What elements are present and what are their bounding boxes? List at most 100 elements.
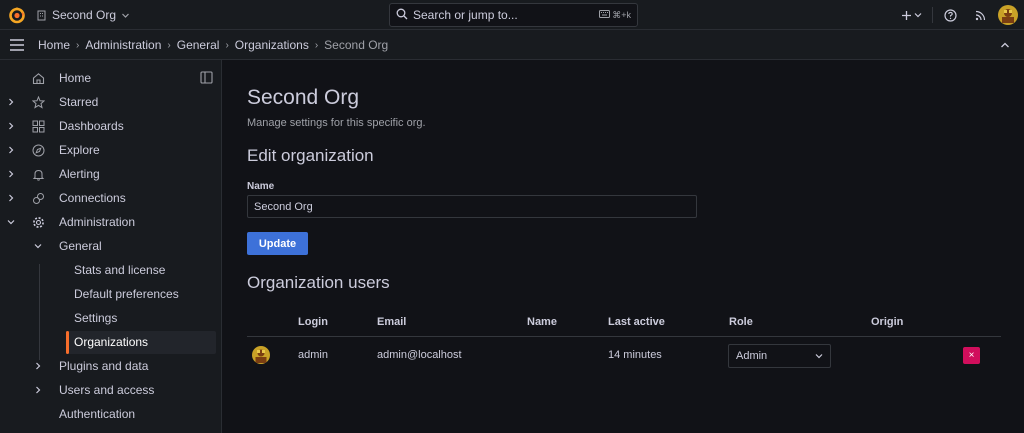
star-icon bbox=[31, 95, 45, 109]
sidebar-item-label: Starred bbox=[59, 95, 99, 109]
column-header-origin: Origin bbox=[871, 316, 904, 328]
sidebar-item-label: Alerting bbox=[59, 167, 100, 181]
sidebar-item-label: Organizations bbox=[74, 335, 149, 349]
org-switcher[interactable]: Second Org bbox=[36, 0, 130, 30]
column-header-email: Email bbox=[377, 316, 407, 328]
avatar bbox=[252, 346, 270, 364]
grafana-logo-icon[interactable] bbox=[8, 6, 26, 24]
avatar[interactable] bbox=[998, 5, 1018, 25]
sidebar-item-home[interactable]: Home bbox=[0, 66, 222, 90]
sidebar-item-label: Plugins and data bbox=[59, 359, 149, 373]
breadcrumb-general[interactable]: General bbox=[177, 38, 220, 52]
keyboard-icon bbox=[599, 10, 611, 20]
compass-icon bbox=[31, 143, 45, 157]
breadcrumb-separator: › bbox=[225, 39, 229, 51]
sidebar-item-label: Administration bbox=[59, 215, 136, 229]
breadcrumb-home[interactable]: Home bbox=[38, 38, 70, 52]
sidebar-item-default-preferences[interactable]: Default preferences bbox=[0, 282, 222, 306]
chevron-down-icon bbox=[815, 352, 823, 360]
close-icon: × bbox=[968, 350, 975, 361]
building-icon bbox=[36, 10, 47, 21]
sidebar-item-settings[interactable]: Settings bbox=[0, 306, 222, 330]
sidebar-item-label: Default preferences bbox=[74, 287, 179, 301]
sidebar-item-label: Dashboards bbox=[59, 119, 124, 133]
org-name-field[interactable] bbox=[247, 195, 697, 218]
sidebar-item-label: Authentication bbox=[59, 407, 136, 421]
cell-login: admin bbox=[298, 349, 328, 361]
top-bar: Second Org Search or jump to... ⌘+k bbox=[0, 0, 1024, 30]
help-icon[interactable] bbox=[942, 7, 958, 23]
cell-email: admin@localhost bbox=[377, 349, 462, 361]
breadcrumb-separator: › bbox=[76, 39, 80, 51]
column-header-role: Role bbox=[729, 316, 753, 328]
role-select[interactable]: Admin bbox=[728, 344, 831, 368]
chevron-right-icon[interactable] bbox=[6, 145, 16, 155]
org-name: Second Org bbox=[52, 8, 117, 22]
breadcrumb-current: Second Org bbox=[324, 38, 389, 52]
sidebar-item-connections[interactable]: Connections bbox=[0, 186, 222, 210]
sidebar-item-dashboards[interactable]: Dashboards bbox=[0, 114, 222, 138]
breadcrumb-bar: Home › Administration › General › Organi… bbox=[0, 30, 1024, 60]
rss-icon[interactable] bbox=[972, 7, 988, 23]
organization-users-heading: Organization users bbox=[247, 273, 390, 292]
sidebar-item-authentication[interactable]: Authentication bbox=[0, 402, 222, 426]
search-input[interactable]: Search or jump to... ⌘+k bbox=[389, 3, 638, 27]
cell-last-active: 14 minutes bbox=[608, 349, 662, 361]
sidebar-item-plugins-and-data[interactable]: Plugins and data bbox=[0, 354, 222, 378]
chevron-down-icon[interactable] bbox=[33, 241, 43, 251]
main-content: Second Org Manage settings for this spec… bbox=[223, 60, 1024, 433]
sidebar-item-starred[interactable]: Starred bbox=[0, 90, 222, 114]
sidebar-item-alerting[interactable]: Alerting bbox=[0, 162, 222, 186]
page-title: Second Org bbox=[247, 86, 360, 109]
chevron-right-icon[interactable] bbox=[6, 121, 16, 131]
update-button[interactable]: Update bbox=[247, 232, 308, 255]
shortcut-text: ⌘+k bbox=[612, 9, 631, 20]
chevron-down-icon bbox=[121, 11, 130, 20]
name-label: Name bbox=[247, 181, 275, 192]
home-icon bbox=[31, 71, 45, 85]
table-header-divider bbox=[247, 336, 1001, 337]
divider bbox=[932, 7, 933, 23]
chevron-right-icon[interactable] bbox=[6, 97, 16, 107]
sidebar-item-administration[interactable]: Administration bbox=[0, 210, 222, 234]
menu-icon[interactable] bbox=[9, 38, 25, 52]
chevron-right-icon[interactable] bbox=[6, 169, 16, 179]
edit-organization-heading: Edit organization bbox=[247, 146, 374, 165]
chevron-right-icon[interactable] bbox=[33, 361, 43, 371]
sidebar-item-label: Users and access bbox=[59, 383, 155, 397]
sidebar-item-organizations[interactable]: Organizations bbox=[0, 330, 222, 354]
breadcrumb-administration[interactable]: Administration bbox=[85, 38, 161, 52]
chevron-up-icon[interactable] bbox=[998, 38, 1012, 52]
link-icon bbox=[31, 191, 45, 205]
column-header-name: Name bbox=[527, 316, 557, 328]
sidebar-item-label: Explore bbox=[59, 143, 100, 157]
breadcrumb-organizations[interactable]: Organizations bbox=[235, 38, 309, 52]
grid-icon bbox=[31, 119, 45, 133]
sidebar-item-users-and-access[interactable]: Users and access bbox=[0, 378, 222, 402]
chevron-down-icon[interactable] bbox=[910, 7, 926, 23]
sidebar-item-explore[interactable]: Explore bbox=[0, 138, 222, 162]
sidebar-item-label: General bbox=[59, 239, 102, 253]
sidebar-item-stats-and-license[interactable]: Stats and license bbox=[0, 258, 222, 282]
bell-icon bbox=[31, 167, 45, 181]
page-subtitle: Manage settings for this specific org. bbox=[247, 117, 426, 129]
breadcrumb-separator: › bbox=[314, 39, 319, 51]
keyboard-shortcut: ⌘+k bbox=[599, 10, 631, 21]
delete-user-button[interactable]: × bbox=[963, 347, 980, 364]
sidebar-item-label: Home bbox=[59, 71, 92, 85]
role-value: Admin bbox=[736, 350, 768, 362]
breadcrumb-separator: › bbox=[167, 39, 171, 51]
sidebar-item-general[interactable]: General bbox=[0, 234, 222, 258]
column-header-login: Login bbox=[298, 316, 328, 328]
column-header-last-active: Last active bbox=[608, 316, 665, 328]
search-placeholder: Search or jump to... bbox=[413, 8, 518, 22]
sidebar-item-label: Settings bbox=[74, 311, 118, 325]
search-icon bbox=[396, 8, 408, 23]
chevron-down-icon[interactable] bbox=[6, 217, 16, 227]
chevron-right-icon[interactable] bbox=[33, 385, 43, 395]
gear-icon bbox=[31, 215, 45, 229]
sidebar-item-label: Connections bbox=[59, 191, 126, 205]
sidebar-item-label: Stats and license bbox=[74, 263, 166, 277]
chevron-right-icon[interactable] bbox=[6, 193, 16, 203]
breadcrumb: Home › Administration › General › Organi… bbox=[38, 30, 388, 60]
